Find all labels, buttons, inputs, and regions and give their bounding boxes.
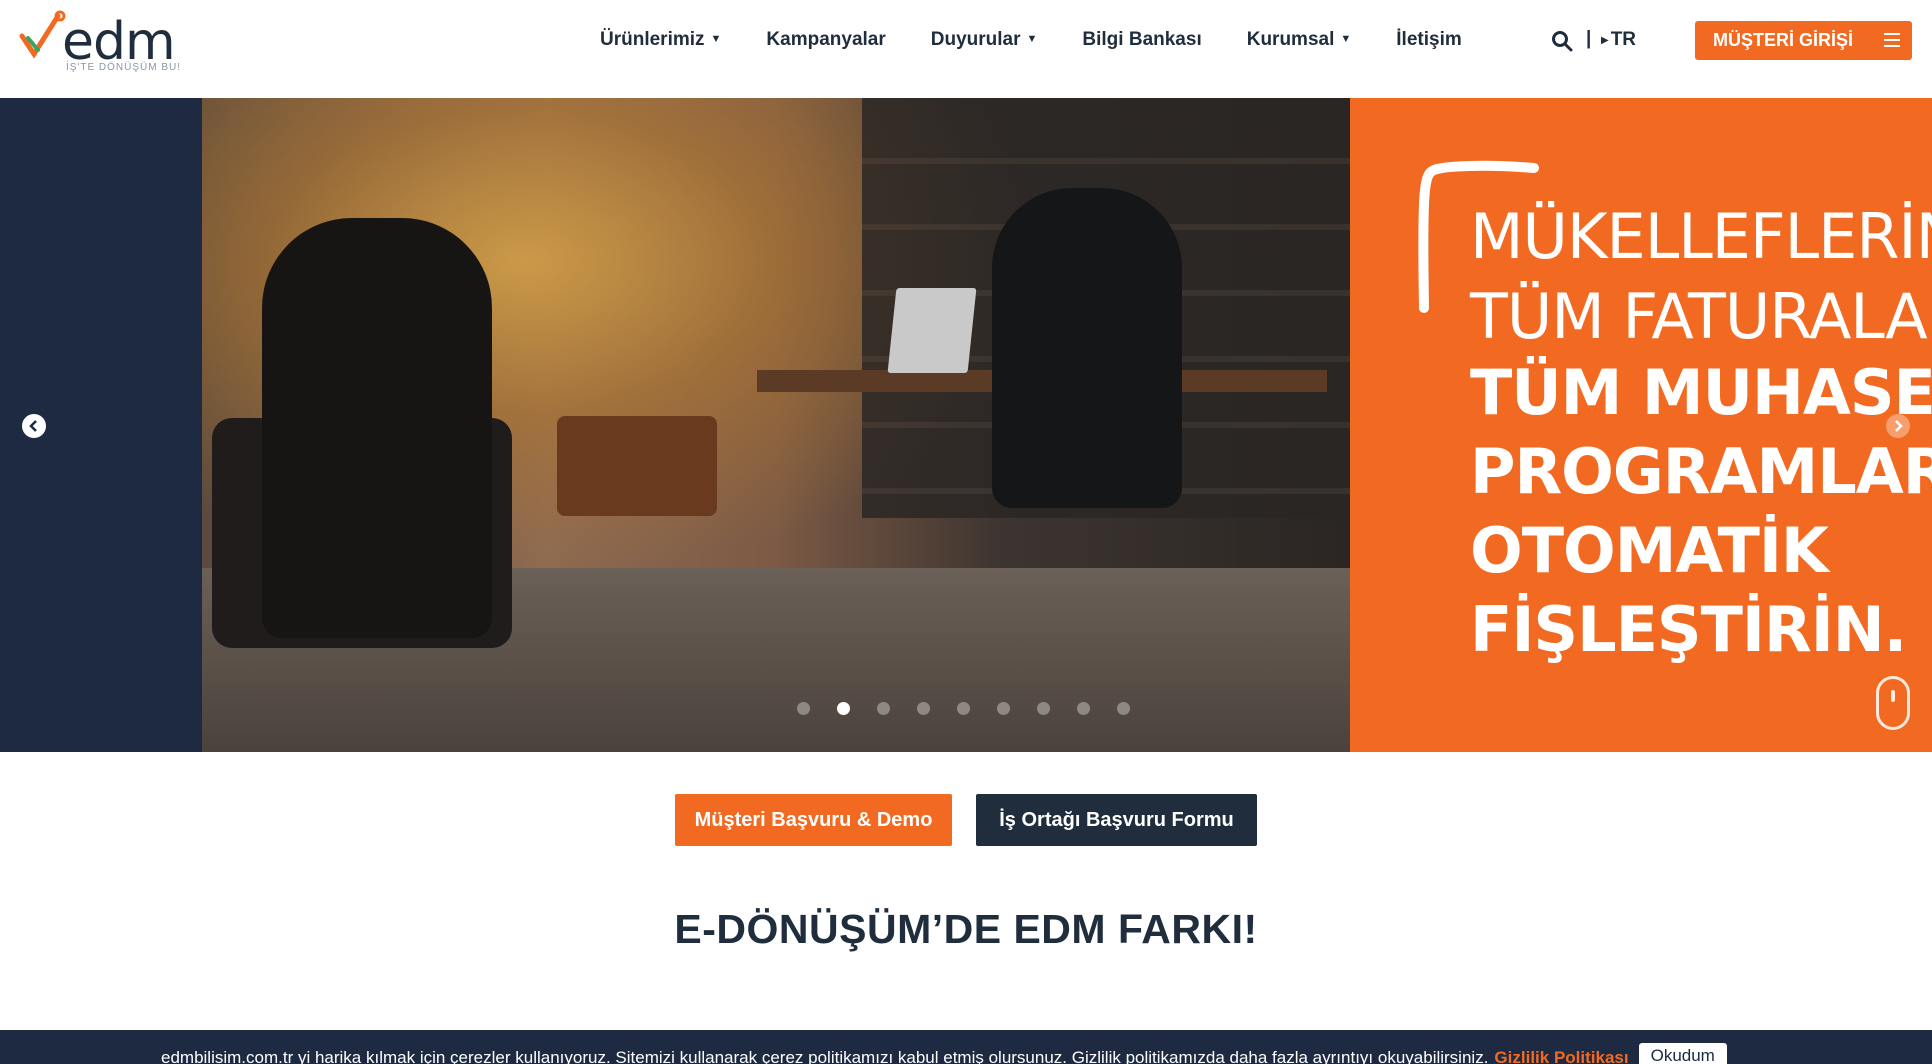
person-seated-left [262, 218, 492, 638]
main-nav: Ürünlerimiz ▼ Kampanyalar Duyurular ▼ Bi… [600, 0, 1507, 80]
caret-right-icon: ▶ [1601, 34, 1609, 46]
slider-pagination [797, 702, 1157, 715]
chevron-left-icon [29, 420, 37, 432]
hero-line: TÜM MUHASE [1470, 356, 1932, 429]
hero-line: PROGRAMLAR [1470, 435, 1932, 508]
hero-line: FİŞLEŞTİRİN. [1470, 593, 1907, 666]
nav-item-kurumsal[interactable]: Kurumsal ▼ [1247, 29, 1352, 51]
slider-dot[interactable] [1077, 702, 1090, 715]
edm-logo[interactable]: edm İŞ'TE DÖNÜŞÜM BU! [18, 6, 188, 76]
hero-line: OTOMATİK [1470, 514, 1829, 587]
slider-dot[interactable] [877, 702, 890, 715]
slider-prev-button[interactable] [22, 414, 46, 438]
hamburger-icon[interactable] [1884, 33, 1900, 47]
vintage-radio [557, 416, 717, 516]
chevron-right-icon [1895, 420, 1903, 432]
chevron-down-icon: ▼ [710, 33, 722, 45]
chevron-down-icon: ▼ [1340, 33, 1352, 45]
language-label: TR [1610, 29, 1637, 50]
hero-line: TÜM FATURALAR [1470, 280, 1932, 353]
cookie-accept-button[interactable]: Okudum [1638, 1043, 1727, 1064]
logo-mark-icon [19, 10, 66, 59]
privacy-policy-link[interactable]: Gizlilik Politikası [1494, 1048, 1628, 1064]
nav-item-label: İletişim [1396, 29, 1462, 50]
person-at-desk [992, 188, 1182, 508]
slider-dot[interactable] [1037, 702, 1050, 715]
site-header: edm İŞ'TE DÖNÜŞÜM BU! Ürünlerimiz ▼ Kamp… [0, 0, 1932, 98]
logo-tagline: İŞ'TE DÖNÜŞÜM BU! [66, 62, 182, 73]
section-title: E-DÖNÜŞÜM’DE EDM FARKI! [674, 906, 1258, 952]
hero-line: MÜKELLEFLERİNİ [1470, 200, 1932, 273]
nav-item-label: Bilgi Bankası [1082, 29, 1202, 50]
chevron-down-icon: ▼ [1026, 33, 1038, 45]
language-selector[interactable]: ▶ TR [1601, 29, 1636, 51]
header-separator: | [1586, 28, 1592, 49]
cookie-text: edmbilisim.com.tr yi harika kılmak için … [161, 1048, 1489, 1064]
nav-item-iletisim[interactable]: İletişim [1396, 29, 1461, 51]
nav-item-urunlerimiz[interactable]: Ürünlerimiz ▼ [600, 29, 721, 51]
nav-item-label: Kampanyalar [766, 29, 886, 50]
slider-dot[interactable] [917, 702, 930, 715]
customer-application-demo-button[interactable]: Müşteri Başvuru & Demo [675, 794, 952, 846]
slider-dot[interactable] [997, 702, 1010, 715]
cookie-banner: edmbilisim.com.tr yi harika kılmak için … [0, 1030, 1932, 1064]
nav-item-label: Kurumsal [1246, 29, 1335, 50]
partner-application-form-button[interactable]: İş Ortağı Başvuru Formu [976, 794, 1257, 846]
nav-item-duyurular[interactable]: Duyurular ▼ [931, 29, 1038, 51]
hero-photo [202, 98, 1350, 752]
nav-item-kampanyalar[interactable]: Kampanyalar [766, 29, 885, 51]
customer-login-label: MÜŞTERİ GİRİŞİ [1713, 30, 1854, 50]
laptop [887, 288, 977, 373]
slider-dot[interactable] [797, 702, 810, 715]
slider-dot[interactable] [957, 702, 970, 715]
mouse-scroll-icon[interactable] [1876, 676, 1910, 730]
nav-item-bilgi-bankasi[interactable]: Bilgi Bankası [1082, 29, 1201, 51]
nav-item-label: Ürünlerimiz [600, 29, 705, 50]
slider-dot[interactable] [837, 702, 850, 715]
nav-item-label: Duyurular [930, 29, 1021, 50]
slider-next-button[interactable] [1886, 414, 1910, 438]
customer-login-button[interactable]: MÜŞTERİ GİRİŞİ [1695, 21, 1912, 60]
hero-slider: MÜKELLEFLERİNİ TÜM FATURALAR TÜM MUHASE … [0, 98, 1932, 752]
search-icon[interactable] [1551, 30, 1573, 52]
hero-message-panel: MÜKELLEFLERİNİ TÜM FATURALAR TÜM MUHASE … [1350, 98, 1932, 752]
slider-dot[interactable] [1117, 702, 1130, 715]
